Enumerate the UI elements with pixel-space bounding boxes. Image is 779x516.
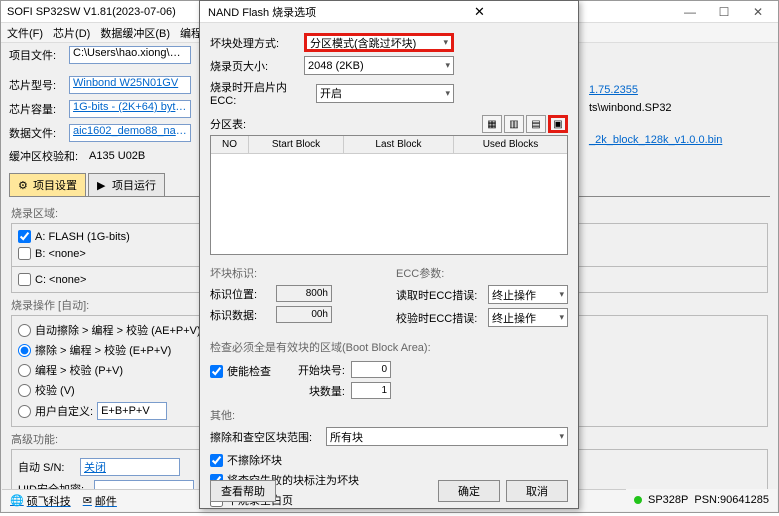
auto-sn-input[interactable] (80, 458, 180, 476)
chip-capacity-label: 芯片容量: (9, 101, 65, 117)
page-size-select[interactable]: 2048 (2KB)▾ (304, 56, 454, 75)
col-used: Used Blocks (454, 136, 567, 153)
chip-model-link[interactable]: Winbond W25N01GV (69, 76, 191, 94)
bad-block-mode-label: 坏块处理方式: (210, 35, 298, 51)
psn-label: PSN: (694, 494, 720, 506)
chevron-down-icon: ▾ (443, 37, 448, 48)
tab-run-label: 项目运行 (112, 177, 156, 193)
col-no: NO (211, 136, 249, 153)
data-file-link[interactable]: aic1602_demo88_nand_page_2 (69, 124, 191, 142)
partition-table-label: 分区表: (210, 116, 482, 132)
start-block-input[interactable] (351, 361, 391, 378)
ecc-enable-label: 烧录时开启片内ECC: (210, 79, 310, 107)
play-icon: ▶ (97, 179, 109, 191)
block-count-label: 块数量: (291, 383, 345, 399)
chip-capacity-link[interactable]: 1G-bits - (2K+64) byte * 64 page (69, 100, 191, 118)
site-link[interactable]: 🌐硕飞科技 (10, 493, 71, 509)
chevron-down-icon: ▾ (559, 312, 564, 323)
mail-icon: ✉ (83, 494, 92, 507)
gear-icon: ⚙ (18, 179, 30, 191)
bad-id-header: 坏块标识: (210, 265, 382, 281)
help-button[interactable]: 查看帮助 (210, 480, 276, 502)
verify-ecc-select[interactable]: 终止操作▾ (488, 308, 568, 327)
dialog-title: NAND Flash 烧录选项 (208, 4, 389, 20)
ok-button[interactable]: 确定 (438, 480, 500, 502)
menu-chip[interactable]: 芯片(D) (53, 25, 90, 41)
menu-file[interactable]: 文件(F) (7, 25, 43, 41)
mark-data-label: 标识数据: (210, 307, 270, 323)
partition-btn-3[interactable]: ▤ (526, 115, 546, 133)
chevron-down-icon: ▾ (445, 88, 450, 99)
mark-pos-label: 标识位置: (210, 286, 270, 302)
buffer-crc-label: 缓冲区校验和: (9, 148, 85, 164)
bin-link[interactable]: _2k_block_128k_v1.0.0.bin (587, 131, 769, 149)
psn-value: 90641285 (720, 494, 769, 506)
cancel-button[interactable]: 取消 (506, 480, 568, 502)
status-led-icon (634, 496, 642, 504)
right-info: 1.75.2355 ts\winbond.SP32 _2k_block_128k… (583, 57, 773, 153)
other-header: 其他: (210, 407, 568, 423)
tab-settings[interactable]: ⚙ 项目设置 (9, 173, 86, 196)
no-erase-bad-checkbox[interactable]: 不擦除坏块 (210, 450, 568, 470)
erase-scope-label: 擦除和查空区块范围: (210, 429, 320, 445)
close-button[interactable]: ✕ (744, 3, 772, 21)
mark-data-value: 00h (276, 306, 332, 323)
partition-btn-2[interactable]: ▥ (504, 115, 524, 133)
menu-buffer[interactable]: 数据缓冲区(B) (100, 25, 170, 41)
bad-block-mode-select[interactable]: 分区模式(含跳过坏块)▾ (304, 33, 454, 52)
col-last: Last Block (344, 136, 454, 153)
minimize-button[interactable]: — (676, 3, 704, 21)
page-size-label: 烧录页大小: (210, 58, 298, 74)
right-path: ts\winbond.SP32 (587, 99, 769, 117)
start-block-label: 开始块号: (291, 362, 345, 378)
globe-icon: 🌐 (10, 494, 24, 507)
ecc-enable-select[interactable]: 开启▾ (316, 84, 454, 103)
enable-check-checkbox[interactable]: 使能检查 (210, 357, 271, 381)
mark-pos-value: 800h (276, 285, 332, 302)
partition-load-button[interactable]: ▣ (548, 115, 568, 133)
ecc-params-header: ECC参数: (396, 265, 568, 281)
device-name: SP328P (648, 494, 688, 506)
block-count-input[interactable] (351, 382, 391, 399)
auto-sn-label: 自动 S/N: (18, 459, 74, 475)
op-custom-input[interactable] (97, 402, 167, 420)
boot-area-header: 检查必须全是有效块的区域(Boot Block Area): (210, 339, 568, 355)
read-ecc-select[interactable]: 终止操作▾ (488, 285, 568, 304)
chevron-down-icon: ▾ (445, 60, 450, 71)
project-file-label: 项目文件: (9, 47, 65, 63)
chip-model-label: 芯片型号: (9, 77, 65, 93)
chevron-down-icon: ▾ (559, 431, 564, 442)
statusbar: SP328P PSN:90641285 (626, 489, 777, 511)
col-start: Start Block (249, 136, 344, 153)
partition-btn-1[interactable]: ▦ (482, 115, 502, 133)
mail-link[interactable]: ✉邮件 (83, 493, 117, 509)
nand-options-dialog: NAND Flash 烧录选项 ✕ 坏块处理方式: 分区模式(含跳过坏块)▾ 烧… (199, 0, 579, 509)
read-ecc-label: 读取时ECC措误: (396, 287, 482, 303)
erase-scope-select[interactable]: 所有块▾ (326, 427, 568, 446)
verify-ecc-label: 校验时ECC措误: (396, 310, 482, 326)
dialog-close-button[interactable]: ✕ (389, 4, 570, 20)
dialog-titlebar: NAND Flash 烧录选项 ✕ (200, 1, 578, 23)
version-link[interactable]: 1.75.2355 (587, 81, 769, 99)
maximize-button[interactable]: ☐ (710, 3, 738, 21)
buffer-crc-value: A135 U02B (89, 150, 145, 162)
tab-run[interactable]: ▶ 项目运行 (88, 173, 165, 196)
tab-settings-label: 项目设置 (33, 177, 77, 193)
chevron-down-icon: ▾ (559, 289, 564, 300)
project-file-path[interactable]: C:\Users\hao.xiong\Documents\w (69, 46, 191, 64)
partition-table[interactable]: NO Start Block Last Block Used Blocks (210, 135, 568, 255)
data-file-label: 数据文件: (9, 125, 65, 141)
